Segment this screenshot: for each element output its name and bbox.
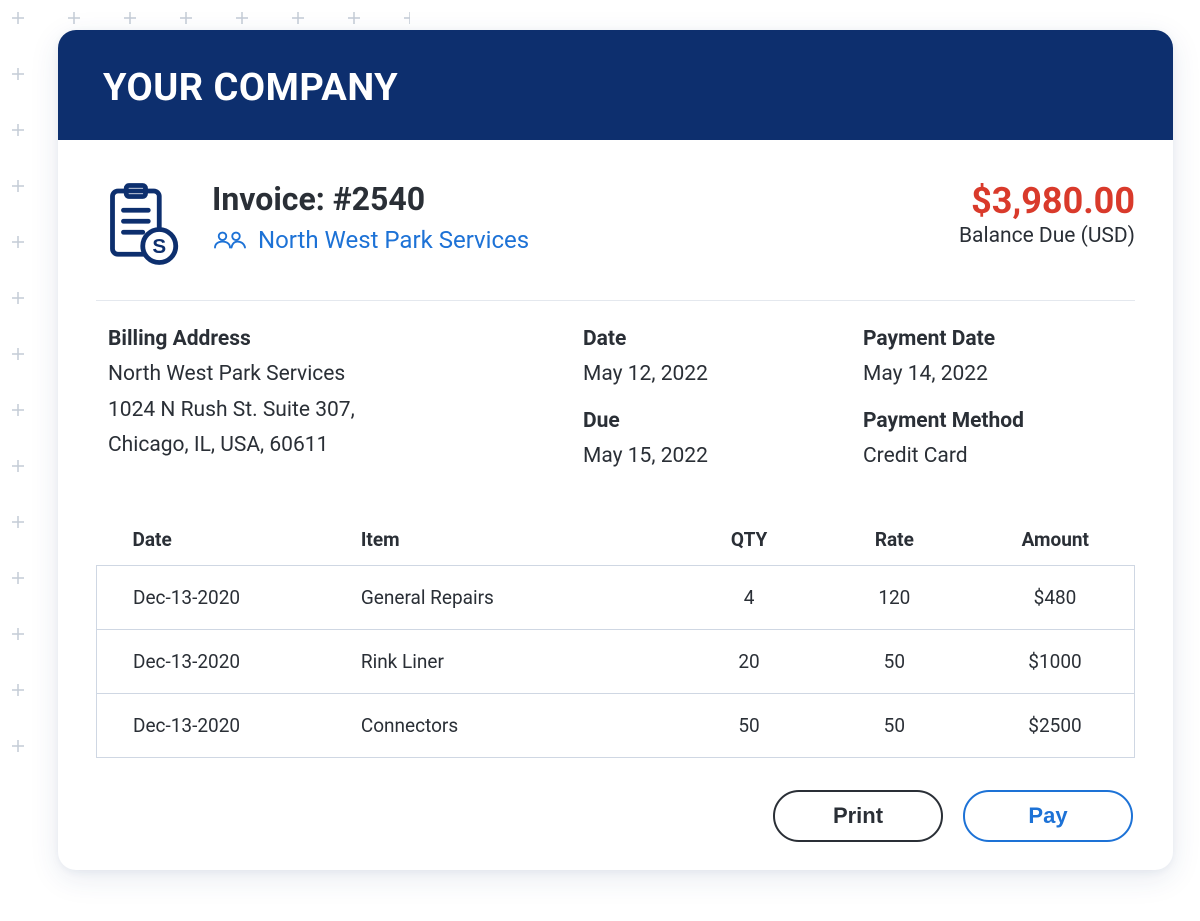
cell-rate: 50 [813, 694, 958, 758]
balance-amount: $3,980.00 [959, 180, 1135, 222]
cell-amount: $1000 [958, 630, 1134, 694]
billing-address-heading: Billing Address [108, 327, 563, 351]
payment-date-heading: Payment Date [863, 327, 1123, 351]
due-heading: Due [583, 409, 843, 433]
cell-item: Rink Liner [325, 630, 668, 694]
cell-rate: 50 [813, 630, 958, 694]
card-body: S Invoice: #2540 North West Park Service… [58, 140, 1173, 870]
cell-qty: 4 [667, 566, 812, 630]
billing-line: 1024 N Rush St. Suite 307, [108, 393, 563, 429]
date-heading: Date [583, 327, 843, 351]
cell-qty: 50 [667, 694, 812, 758]
payment-method-heading: Payment Method [863, 409, 1123, 433]
payment-method-value: Credit Card [863, 439, 1123, 475]
col-date: Date [97, 514, 325, 566]
billing-line: North West Park Services [108, 357, 563, 393]
balance-label: Balance Due (USD) [959, 224, 1135, 248]
invoice-clipboard-icon: S [96, 180, 184, 268]
date-value: May 12, 2022 [583, 357, 843, 393]
col-amount: Amount [958, 514, 1134, 566]
pay-button[interactable]: Pay [963, 790, 1133, 842]
customer-link[interactable]: North West Park Services [212, 226, 931, 254]
cell-qty: 20 [667, 630, 812, 694]
svg-text:S: S [152, 235, 166, 258]
col-item: Item [325, 514, 668, 566]
cell-date: Dec-13-2020 [97, 694, 325, 758]
invoice-title: Invoice: #2540 [212, 180, 931, 218]
cell-rate: 120 [813, 566, 958, 630]
divider [96, 300, 1135, 301]
col-qty: QTY [667, 514, 812, 566]
table-row: Dec-13-2020 General Repairs 4 120 $480 [97, 566, 1135, 630]
payment-date-value: May 14, 2022 [863, 357, 1123, 393]
cell-date: Dec-13-2020 [97, 566, 325, 630]
cell-item: General Repairs [325, 566, 668, 630]
card-header: YOUR COMPANY [58, 30, 1173, 140]
cell-amount: $2500 [958, 694, 1134, 758]
cell-date: Dec-13-2020 [97, 630, 325, 694]
cell-item: Connectors [325, 694, 668, 758]
cell-amount: $480 [958, 566, 1134, 630]
company-name: YOUR COMPANY [103, 66, 1128, 110]
invoice-card: YOUR COMPANY S Invoice: #2540 [58, 30, 1173, 870]
customer-name: North West Park Services [258, 226, 529, 254]
print-button[interactable]: Print [773, 790, 943, 842]
col-rate: Rate [813, 514, 958, 566]
table-row: Dec-13-2020 Connectors 50 50 $2500 [97, 694, 1135, 758]
line-items-table: Date Item QTY Rate Amount Dec-13-2020 Ge… [96, 514, 1135, 758]
billing-line: Chicago, IL, USA, 60611 [108, 428, 563, 464]
due-value: May 15, 2022 [583, 439, 843, 475]
table-row: Dec-13-2020 Rink Liner 20 50 $1000 [97, 630, 1135, 694]
people-icon [212, 228, 248, 252]
